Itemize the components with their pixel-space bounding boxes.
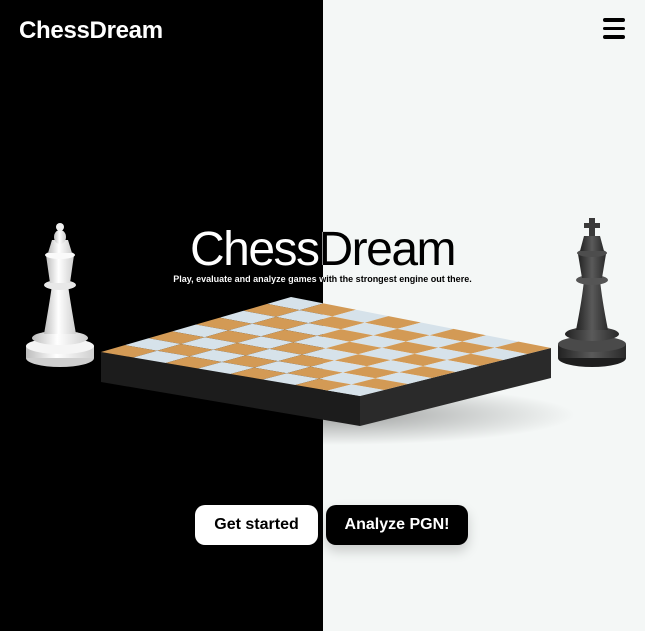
get-started-button[interactable]: Get started bbox=[195, 505, 318, 545]
hamburger-menu-icon[interactable] bbox=[603, 18, 627, 40]
brand-logo[interactable]: ChessDream bbox=[19, 17, 163, 45]
analyze-pgn-button[interactable]: Analyze PGN! bbox=[326, 505, 468, 545]
hero-title: ChessDream bbox=[0, 224, 645, 276]
hero-tagline: Play, evaluate and analyze games with th… bbox=[0, 273, 645, 285]
chess-scene-illustration bbox=[26, 218, 626, 445]
